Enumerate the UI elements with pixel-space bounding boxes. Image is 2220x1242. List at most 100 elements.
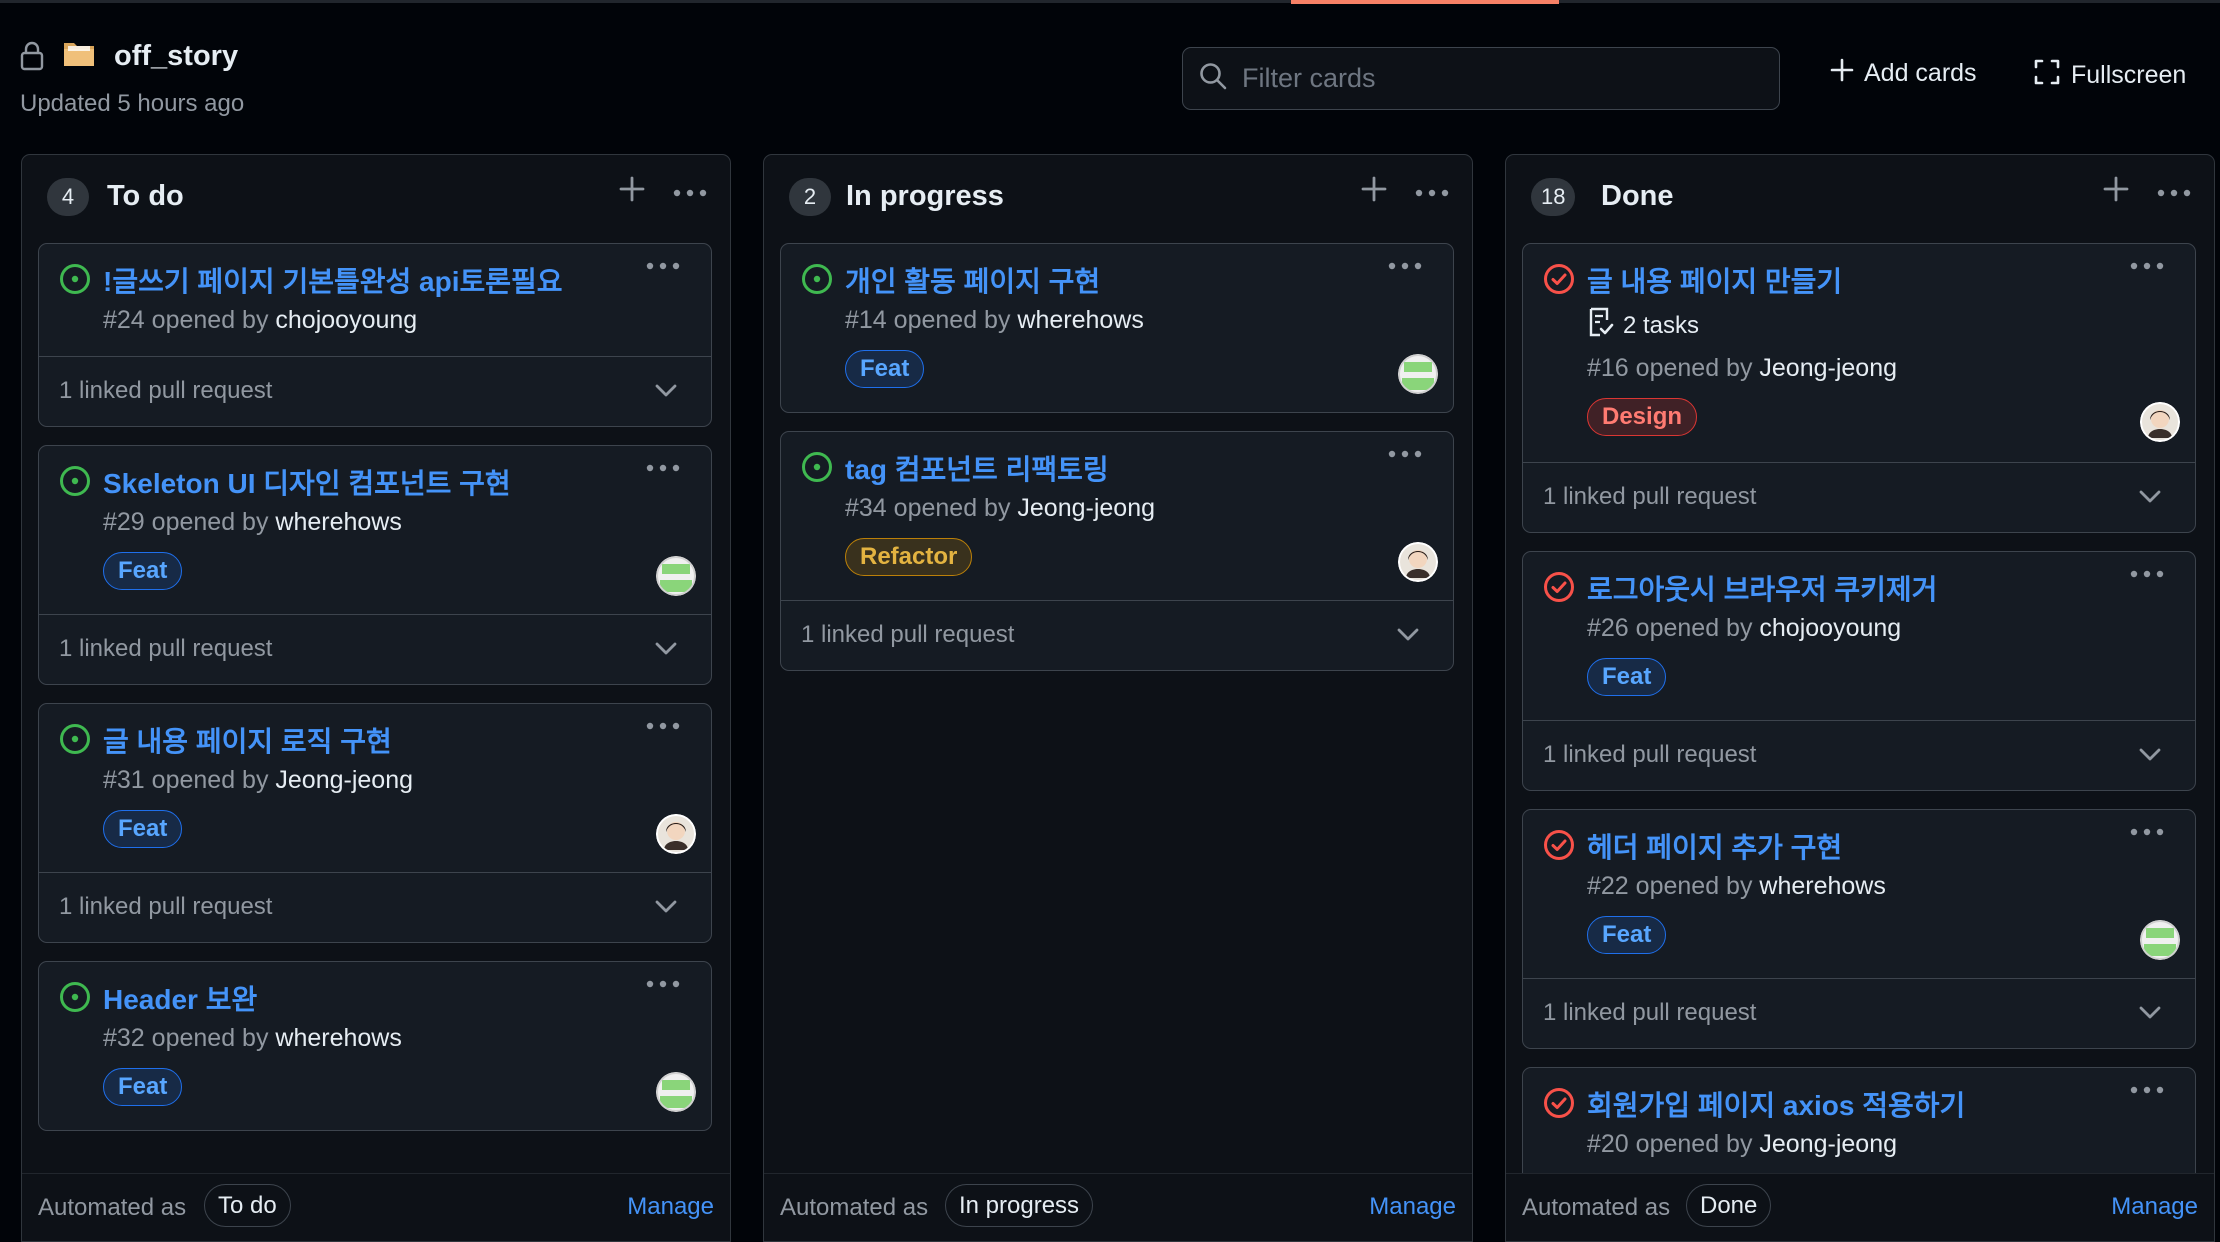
issue-title-link[interactable]: tag 컴포넌트 리팩토링 (845, 448, 1109, 488)
issue-title-link[interactable]: !글쓰기 페이지 기본틀완성 api토론필요 (103, 260, 563, 300)
manage-automation-link[interactable]: Manage (1369, 1193, 1456, 1221)
author-link[interactable]: wherehows (275, 1024, 401, 1052)
card-more-options-icon[interactable] (1387, 444, 1423, 469)
chevron-down-icon[interactable] (654, 899, 678, 920)
label-design[interactable]: Design (1587, 398, 1698, 436)
linked-pull-request-row[interactable]: 1 linked pull request (39, 872, 711, 942)
opened-by-text: opened by (151, 508, 269, 536)
issue-title-link[interactable]: Header 보완 (103, 978, 257, 1018)
issue-card[interactable]: 글 내용 페이지 로직 구현 #31 opened by Jeong-jeong… (38, 703, 712, 943)
avatar[interactable] (1398, 354, 1438, 394)
filter-cards-input[interactable] (1242, 63, 1762, 94)
issue-title-link[interactable]: 개인 활동 페이지 구현 (845, 260, 1100, 300)
project-header: off_story (20, 38, 238, 74)
author-link[interactable]: wherehows (1759, 872, 1885, 900)
fullscreen-button[interactable]: Fullscreen (2033, 58, 2186, 93)
open-issue-icon (59, 465, 91, 502)
opened-by-text: opened by (1635, 1130, 1753, 1158)
issue-title-link[interactable]: Skeleton UI 디자인 컴포넌트 구현 (103, 462, 511, 502)
chevron-down-icon[interactable] (654, 383, 678, 404)
linked-pull-request-row[interactable]: 1 linked pull request (1523, 462, 2195, 532)
issue-meta: #31 opened by Jeong-jeong (103, 766, 413, 795)
issue-title-link[interactable]: 글 내용 페이지 로직 구현 (103, 720, 392, 760)
linked-pull-request-row[interactable]: 1 linked pull request (39, 356, 711, 426)
label-feat[interactable]: Feat (103, 810, 183, 848)
issue-card[interactable]: !글쓰기 페이지 기본틀완성 api토론필요 #24 opened by cho… (38, 243, 712, 427)
avatar[interactable] (656, 814, 696, 854)
chevron-down-icon[interactable] (2138, 747, 2162, 768)
issue-card[interactable]: 로그아웃시 브라우저 쿠키제거 #26 opened by chojooyoun… (1522, 551, 2196, 791)
opened-by-text: opened by (1635, 872, 1753, 900)
card-more-options-icon[interactable] (2129, 822, 2165, 847)
issue-card[interactable]: 회원가입 페이지 axios 적용하기 #20 opened by Jeong-… (1522, 1067, 2196, 1173)
author-link[interactable]: wherehows (1017, 306, 1143, 334)
add-card-plus-icon[interactable] (618, 175, 646, 208)
author-link[interactable]: chojooyoung (1759, 614, 1901, 642)
linked-pull-request-row[interactable]: 1 linked pull request (39, 614, 711, 684)
manage-automation-link[interactable]: Manage (627, 1193, 714, 1221)
card-more-options-icon[interactable] (2129, 564, 2165, 589)
card-more-options-icon[interactable] (2129, 1080, 2165, 1105)
tasklist-icon (1587, 306, 1615, 345)
chevron-down-icon[interactable] (654, 641, 678, 662)
avatar[interactable] (656, 1072, 696, 1112)
author-link[interactable]: Jeong-jeong (1017, 494, 1155, 522)
label-feat[interactable]: Feat (1587, 658, 1667, 696)
card-more-options-icon[interactable] (645, 716, 681, 741)
card-more-options-icon[interactable] (2129, 256, 2165, 281)
label-feat[interactable]: Feat (103, 1068, 183, 1106)
project-name[interactable]: off_story (114, 40, 238, 73)
issue-title-link[interactable]: 헤더 페이지 추가 구현 (1587, 826, 1842, 866)
linked-pull-request-row[interactable]: 1 linked pull request (781, 600, 1453, 670)
avatar[interactable] (1398, 542, 1438, 582)
avatar[interactable] (2140, 402, 2180, 442)
folder-emoji-icon (62, 38, 96, 74)
author-link[interactable]: wherehows (275, 508, 401, 536)
issue-card[interactable]: 개인 활동 페이지 구현 #14 opened by wherehows Fea… (780, 243, 1454, 413)
automation-preset-chip: Done (1686, 1184, 1772, 1227)
card-more-options-icon[interactable] (645, 974, 681, 999)
issue-title-link[interactable]: 회원가입 페이지 axios 적용하기 (1587, 1084, 1965, 1124)
issue-card[interactable]: Header 보완 #32 opened by wherehows Feat (38, 961, 712, 1131)
label-feat[interactable]: Feat (845, 350, 925, 388)
card-more-options-icon[interactable] (645, 256, 681, 281)
add-card-plus-icon[interactable] (2102, 175, 2130, 208)
open-issue-icon (59, 723, 91, 760)
linked-pull-request-text: 1 linked pull request (59, 377, 273, 404)
avatar[interactable] (2140, 920, 2180, 960)
card-more-options-icon[interactable] (645, 458, 681, 483)
issue-number: #31 (103, 766, 145, 794)
label-feat[interactable]: Feat (103, 552, 183, 590)
issue-card[interactable]: tag 컴포넌트 리팩토링 #34 opened by Jeong-jeong … (780, 431, 1454, 671)
column-more-options-icon[interactable] (672, 175, 708, 216)
issue-title-link[interactable]: 로그아웃시 브라우저 쿠키제거 (1587, 568, 1937, 608)
author-link[interactable]: Jeong-jeong (1759, 1130, 1897, 1158)
add-card-plus-icon[interactable] (1360, 175, 1388, 208)
linked-pull-request-row[interactable]: 1 linked pull request (1523, 978, 2195, 1048)
author-link[interactable]: Jeong-jeong (1759, 354, 1897, 382)
card-more-options-icon[interactable] (1387, 256, 1423, 281)
top-divider (0, 0, 2220, 3)
issue-title-link[interactable]: 글 내용 페이지 만들기 (1587, 260, 1842, 300)
avatar[interactable] (656, 556, 696, 596)
linked-pull-request-row[interactable]: 1 linked pull request (1523, 720, 2195, 790)
automated-as-label: Automated as (1522, 1194, 1671, 1221)
chevron-down-icon[interactable] (2138, 1005, 2162, 1026)
author-link[interactable]: chojooyoung (275, 306, 417, 334)
label-refactor[interactable]: Refactor (845, 538, 973, 576)
author-link[interactable]: Jeong-jeong (275, 766, 413, 794)
manage-automation-link[interactable]: Manage (2111, 1193, 2198, 1221)
updated-timestamp: Updated 5 hours ago (20, 90, 245, 117)
column-more-options-icon[interactable] (2156, 175, 2192, 216)
chevron-down-icon[interactable] (1396, 627, 1420, 648)
issue-card[interactable]: Skeleton UI 디자인 컴포넌트 구현 #29 opened by wh… (38, 445, 712, 685)
closed-issue-icon (1543, 829, 1575, 866)
issue-card[interactable]: 글 내용 페이지 만들기 2 tasks #16 opened by Jeong… (1522, 243, 2196, 533)
issue-card[interactable]: 헤더 페이지 추가 구현 #22 opened by wherehows Fea… (1522, 809, 2196, 1049)
add-cards-button[interactable]: Add cards (1830, 58, 1977, 89)
filter-cards-field[interactable] (1182, 47, 1780, 110)
label-feat[interactable]: Feat (1587, 916, 1667, 954)
column-more-options-icon[interactable] (1414, 175, 1450, 216)
chevron-down-icon[interactable] (2138, 489, 2162, 510)
open-issue-icon (59, 263, 91, 300)
